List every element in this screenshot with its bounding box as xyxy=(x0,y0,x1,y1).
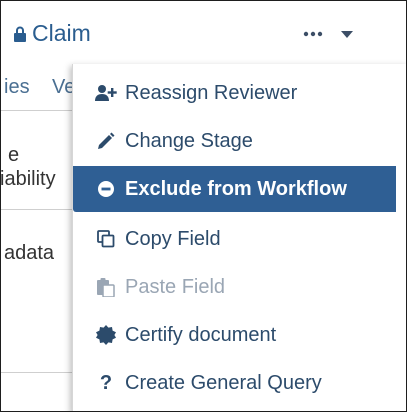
bg-text-line2: iability xyxy=(0,168,56,190)
menu-item-label: Create General Query xyxy=(125,371,322,394)
menu-item-copy-field[interactable]: Copy Field xyxy=(73,216,393,262)
menu-item-label: Paste Field xyxy=(125,275,226,298)
lock-icon xyxy=(14,26,26,42)
question-icon: ? xyxy=(99,371,113,394)
section-divider-1 xyxy=(0,209,72,210)
menu-item-label: Change Stage xyxy=(125,129,253,152)
copy-icon xyxy=(95,228,117,250)
menu-item-exclude-from-workflow[interactable]: Exclude from Workflow xyxy=(73,166,396,212)
menu-item-label: Copy Field xyxy=(125,227,221,250)
menu-item-label: Reassign Reviewer xyxy=(125,81,298,104)
user-plus-icon xyxy=(95,82,117,104)
bg-text-line1: e xyxy=(8,144,20,166)
caret-down-icon[interactable] xyxy=(341,31,353,39)
minus-circle-icon xyxy=(95,178,117,200)
context-menu: Reassign Reviewer Change Stage Exclude f… xyxy=(72,64,407,412)
menu-item-reassign-reviewer[interactable]: Reassign Reviewer xyxy=(73,70,393,116)
menu-item-change-stage[interactable]: Change Stage xyxy=(73,118,393,164)
pencil-icon xyxy=(95,130,117,152)
section-divider-2 xyxy=(0,372,72,373)
menu-item-certify-document[interactable]: Certify document xyxy=(73,312,393,358)
paste-icon xyxy=(95,276,117,298)
page-title[interactable]: Claim xyxy=(32,20,91,47)
tab-fragment-1[interactable]: ies xyxy=(4,76,30,99)
bg-text-line3: adata xyxy=(4,242,55,264)
tab-underline xyxy=(0,110,72,111)
header-bar: Claim xyxy=(0,0,407,62)
ellipsis-icon[interactable] xyxy=(303,31,323,37)
menu-item-paste-field[interactable]: Paste Field xyxy=(73,264,393,310)
menu-item-label: Certify document xyxy=(125,323,277,346)
certificate-icon xyxy=(95,324,117,346)
menu-item-create-general-query[interactable]: ? Create General Query xyxy=(73,360,393,406)
menu-item-label: Exclude from Workflow xyxy=(125,177,347,200)
